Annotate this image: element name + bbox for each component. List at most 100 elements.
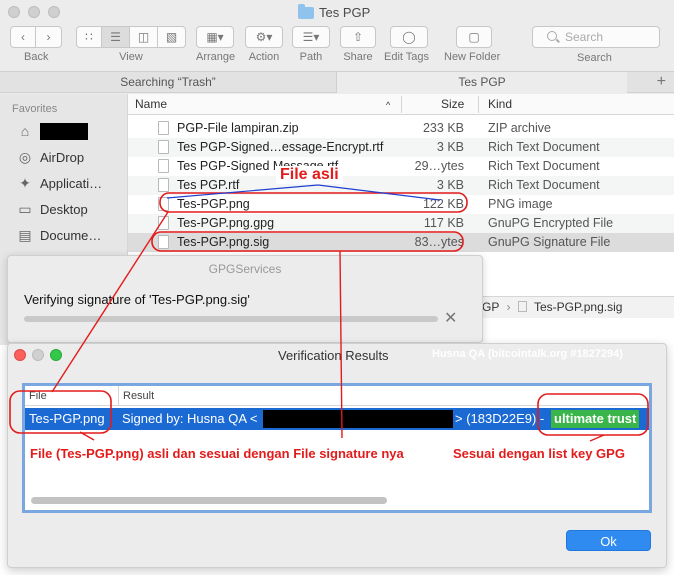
- share-button[interactable]: ⇧: [340, 26, 376, 48]
- new-folder-button[interactable]: ▢: [456, 26, 492, 48]
- file-kind: Rich Text Document: [488, 159, 600, 173]
- list-icon: ☰: [110, 30, 121, 44]
- title-bar: Tes PGP: [0, 0, 674, 24]
- action-button[interactable]: ⚙▾: [245, 26, 283, 48]
- file-row[interactable]: Tes-PGP.png 122 KB PNG image: [128, 195, 674, 214]
- path-prefix[interactable]: GP: [482, 300, 499, 314]
- horizontal-scrollbar[interactable]: [31, 497, 387, 504]
- panel-title: GPGServices: [208, 262, 282, 276]
- file-row[interactable]: PGP-File lampiran.zip 233 KB ZIP archive: [128, 119, 674, 138]
- title-bar: Verification Results Husna QA (bitcointa…: [8, 344, 666, 366]
- new-folder-label: New Folder: [444, 51, 501, 63]
- close-window-button[interactable]: [8, 6, 20, 18]
- path-file[interactable]: Tes-PGP.png.sig: [534, 300, 623, 314]
- edit-tags-button[interactable]: ◯: [390, 26, 428, 48]
- zoom-window-button[interactable]: [50, 349, 62, 361]
- panel-message: Verifying signature of 'Tes-PGP.png.sig': [24, 292, 250, 307]
- view-icons-button[interactable]: ∷: [76, 26, 102, 48]
- table-header: File Result: [25, 386, 649, 406]
- tag-icon: ◯: [402, 30, 416, 44]
- file-size: 233 KB: [422, 121, 464, 135]
- rtf-file-icon: [158, 159, 169, 173]
- view-coverflow-button[interactable]: ▧: [158, 26, 186, 48]
- forward-button[interactable]: ›: [36, 26, 62, 48]
- tab-searching-trash[interactable]: Searching “Trash”: [0, 72, 337, 93]
- sidebar-item-documents[interactable]: ▤ Docume…: [16, 225, 101, 245]
- chevron-left-icon: ‹: [21, 30, 25, 44]
- column-kind[interactable]: Kind: [488, 97, 512, 111]
- columns-icon: ◫: [137, 30, 150, 44]
- search-placeholder: Search: [565, 30, 604, 44]
- view-list-button[interactable]: ☰: [102, 26, 130, 48]
- edit-tags-label: Edit Tags: [384, 51, 430, 63]
- file-size: 122 KB: [422, 197, 464, 211]
- file-kind: PNG image: [488, 197, 553, 211]
- file-row[interactable]: Tes PGP-Signed…essage-Encrypt.rtf 3 KB R…: [128, 138, 674, 157]
- sidebar-item-label: Applicati…: [40, 175, 103, 191]
- plus-icon: +: [656, 73, 666, 90]
- redacted-username: [40, 122, 88, 140]
- result-signed-by: Signed by: Husna QA <: [122, 411, 258, 426]
- file-name: PGP-File lampiran.zip: [177, 121, 299, 135]
- arrange-label: Arrange: [196, 51, 236, 63]
- table-row[interactable]: Tes-PGP.png Signed by: Husna QA < > (183…: [25, 408, 649, 430]
- result-key-id: > (183D22E9) -: [455, 411, 545, 426]
- minimize-window-button[interactable]: [32, 349, 44, 361]
- sidebar-item-label: Desktop: [40, 201, 88, 217]
- close-window-button[interactable]: [14, 349, 26, 361]
- result-file: Tes-PGP.png: [29, 411, 105, 426]
- sidebar-item-label: Docume…: [40, 227, 102, 243]
- column-divider: [118, 386, 119, 406]
- file-row[interactable]: Tes PGP-Signed Message.rtf 29…ytes Rich …: [128, 157, 674, 176]
- toolbar: ‹ › Back ∷ ☰ ◫ ▧ View ▦▾ Arrange ⚙▾ Acti…: [0, 24, 674, 68]
- arrange-button[interactable]: ▦▾: [196, 26, 234, 48]
- column-name[interactable]: Name: [135, 97, 167, 111]
- view-columns-button[interactable]: ◫: [130, 26, 158, 48]
- minimize-window-button[interactable]: [28, 6, 40, 18]
- back-forward-group: ‹ › Back: [10, 26, 62, 63]
- file-row-selected[interactable]: Tes-PGP.png.sig 83…ytes GnuPG Signature …: [128, 233, 674, 252]
- sidebar-item-airdrop[interactable]: ◎ AirDrop: [16, 147, 84, 167]
- path-button[interactable]: ☰▾: [292, 26, 330, 48]
- arrange-group: ▦▾ Arrange: [196, 26, 235, 63]
- zoom-window-button[interactable]: [48, 6, 60, 18]
- tab-tes-pgp[interactable]: Tes PGP: [337, 72, 627, 93]
- sidebar-item-applications[interactable]: ✦ Applicati…: [16, 173, 102, 193]
- watermark-text: Husna QA (bitcointalk.org #1827294): [432, 348, 623, 360]
- file-size: 3 KB: [436, 178, 464, 192]
- rtf-file-icon: [158, 178, 169, 192]
- sidebar-item-desktop[interactable]: ▭ Desktop: [16, 199, 88, 219]
- add-tab-button[interactable]: +: [657, 72, 666, 92]
- window-title: Tes PGP: [298, 3, 371, 20]
- signature-file-icon: [517, 301, 527, 312]
- column-result[interactable]: Result: [123, 390, 154, 402]
- sidebar-item-home[interactable]: ⌂: [16, 121, 88, 141]
- column-header: Name ^ Size Kind: [128, 94, 674, 115]
- ok-button[interactable]: Ok: [566, 530, 651, 551]
- trust-badge: ultimate trust: [551, 410, 640, 428]
- edit-tags-group: ◯ Edit Tags: [384, 26, 429, 63]
- path-label: Path: [299, 51, 323, 63]
- home-icon: ⌂: [20, 123, 30, 139]
- search-input[interactable]: Search: [532, 26, 660, 48]
- file-name: Tes-PGP.png.sig: [177, 235, 270, 249]
- new-folder-group: ▢ New Folder: [444, 26, 500, 63]
- sort-ascending-icon: ^: [386, 100, 391, 110]
- desktop-icon: ▭: [18, 201, 32, 217]
- file-row[interactable]: Tes-PGP.png.gpg 117 KB GnuPG Encrypted F…: [128, 214, 674, 233]
- share-group: ⇧ Share: [340, 26, 376, 63]
- sidebar-heading: Favorites: [12, 103, 58, 115]
- file-kind: GnuPG Signature File: [488, 235, 611, 249]
- cancel-icon[interactable]: ✕: [444, 311, 457, 327]
- tab-label: Searching “Trash”: [120, 75, 216, 89]
- sidebar-item-label: AirDrop: [40, 149, 85, 165]
- chevron-right-icon: ›: [46, 30, 51, 44]
- window-title-text: Tes PGP: [319, 5, 371, 20]
- column-size[interactable]: Size: [441, 97, 464, 111]
- column-divider: [478, 96, 479, 113]
- file-row[interactable]: Tes PGP.rtf 3 KB Rich Text Document: [128, 176, 674, 195]
- file-kind: GnuPG Encrypted File: [488, 216, 614, 230]
- column-file[interactable]: File: [29, 390, 47, 402]
- applications-icon: ✦: [19, 175, 31, 191]
- back-button[interactable]: ‹: [10, 26, 36, 48]
